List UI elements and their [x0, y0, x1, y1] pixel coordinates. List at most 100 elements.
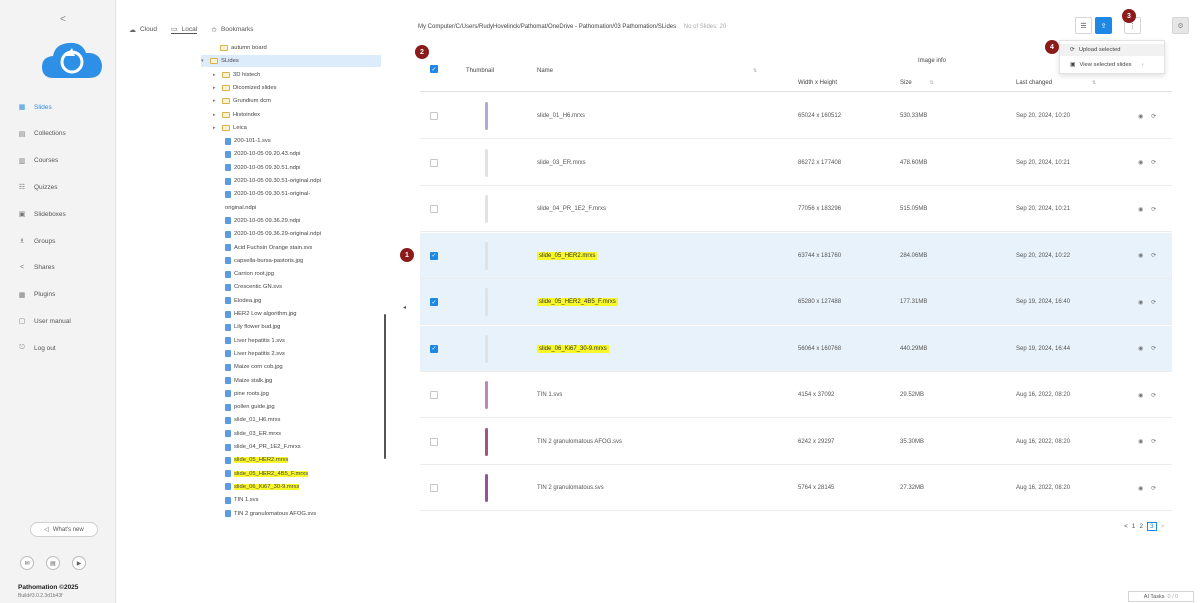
- collapse-tree-icon[interactable]: ◂: [403, 304, 406, 311]
- tree-folder[interactable]: ▾ SLides: [201, 55, 381, 68]
- tab-cloud[interactable]: ☁ Cloud: [129, 25, 157, 34]
- expand-arrow-icon[interactable]: ▸: [213, 72, 219, 78]
- cloud-upload-icon[interactable]: ⟳: [1151, 438, 1156, 445]
- tree-scrollbar[interactable]: [384, 314, 386, 459]
- tree-file[interactable]: 2020-10-05 09.36.29.ndpi: [225, 215, 300, 227]
- slide-thumbnail[interactable]: [482, 99, 492, 133]
- tree-folder[interactable]: autumn board: [211, 42, 267, 54]
- table-row[interactable]: slide_03_ER.mrxs 86272 x 177408 478.60MB Se…: [420, 140, 1172, 186]
- tree-file[interactable]: Maize stalk.jpg: [225, 375, 272, 387]
- document-icon[interactable]: ▤: [46, 556, 60, 570]
- tree-file[interactable]: TIN 2 granulomatous AFOG.svs: [225, 508, 316, 520]
- nav-item-user-manual[interactable]: ▢ User manual: [18, 314, 71, 328]
- view-eye-icon[interactable]: ◉: [1138, 299, 1143, 306]
- tab-local[interactable]: ▭ Local: [170, 25, 198, 34]
- next-page-button[interactable]: >: [1161, 523, 1165, 530]
- row-checkbox[interactable]: [430, 112, 438, 120]
- nav-item-courses[interactable]: ▥ Courses: [18, 154, 59, 168]
- view-eye-icon[interactable]: ◉: [1138, 392, 1143, 399]
- tree-file[interactable]: Carrion root.jpg: [225, 268, 274, 280]
- col-width-height[interactable]: Width x Height: [798, 80, 837, 86]
- slide-thumbnail[interactable]: [482, 425, 492, 459]
- slide-name[interactable]: slide_01_H6.mrxs: [537, 113, 585, 119]
- tree-file[interactable]: Lily flower bud.jpg: [225, 321, 280, 333]
- tree-file[interactable]: slide_03_ER.mrxs: [225, 428, 281, 440]
- tree-file[interactable]: Elodea.jpg: [225, 295, 261, 307]
- tree-file[interactable]: HER2 Low algorithm.jpg: [225, 308, 297, 320]
- row-checkbox[interactable]: ✓: [430, 298, 438, 306]
- slide-name[interactable]: slide_04_PR_1E2_F.mrxs: [537, 206, 606, 212]
- collapse-nav-button[interactable]: <: [60, 14, 66, 25]
- slide-name[interactable]: TIN 1.svs: [537, 392, 562, 398]
- cloud-upload-icon[interactable]: ⟳: [1151, 206, 1156, 213]
- row-checkbox[interactable]: [430, 158, 438, 167]
- select-all-checkbox[interactable]: ✓: [430, 65, 438, 73]
- tree-file[interactable]: 2020-10-05 09.30.51.ndpi: [225, 162, 300, 174]
- expand-arrow-icon[interactable]: ▾: [201, 58, 207, 64]
- cloud-upload-icon[interactable]: ⟳: [1151, 485, 1156, 492]
- tab-bookmarks[interactable]: ✩ Bookmarks: [211, 25, 253, 34]
- tree-file[interactable]: 2020-10-05 09.20.43.ndpi: [225, 148, 300, 160]
- expand-arrow-icon[interactable]: ▸: [213, 112, 219, 118]
- slide-thumbnail[interactable]: [482, 146, 492, 180]
- row-checkbox[interactable]: [430, 437, 438, 446]
- view-eye-icon[interactable]: ◉: [1138, 113, 1143, 120]
- col-last-changed[interactable]: Last changed ⇅: [1016, 80, 1096, 86]
- page-button[interactable]: 2: [1139, 523, 1143, 530]
- tree-file[interactable]: Liver hepatitis 1.svs: [225, 335, 285, 347]
- row-checkbox[interactable]: ✓: [430, 344, 438, 353]
- view-eye-icon[interactable]: ◉: [1138, 485, 1143, 492]
- tree-file[interactable]: slide_06_Ki67_30-9.mrxs: [225, 481, 300, 493]
- slide-thumbnail[interactable]: [482, 378, 492, 412]
- slide-name[interactable]: slide_05_HER2_4B5_F.mrxs: [537, 298, 618, 306]
- menu-upload-selected[interactable]: ⟳ Upload selected: [1060, 44, 1164, 56]
- mail-icon[interactable]: ✉: [20, 556, 34, 570]
- row-checkbox[interactable]: ✓: [430, 251, 438, 260]
- settings-button[interactable]: ⚙: [1172, 17, 1189, 34]
- page-button[interactable]: 1: [1132, 523, 1136, 530]
- row-checkbox[interactable]: [430, 391, 438, 399]
- table-row[interactable]: TIN 1.svs 4154 x 37092 29.52MB Aug 16, 2022…: [420, 372, 1172, 418]
- row-checkbox[interactable]: [430, 484, 438, 492]
- expand-arrow-icon[interactable]: ▸: [213, 125, 219, 131]
- table-row[interactable]: ✓ slide_05_HER2.mrxs 63744 x 181760 284.06M…: [420, 232, 1172, 279]
- cloud-upload-icon[interactable]: ⟳: [1151, 113, 1156, 120]
- nav-item-slides[interactable]: ▦ Slides: [18, 100, 52, 114]
- tree-file[interactable]: Maize corn cob.jpg: [225, 361, 283, 373]
- table-row[interactable]: slide_01_H6.mrxs 65024 x 160512 530.33MB Se…: [420, 93, 1172, 139]
- tree-folder[interactable]: ▸ 3D histech: [213, 69, 260, 81]
- slide-thumbnail[interactable]: [482, 332, 492, 366]
- slide-name[interactable]: slide_03_ER.mrxs: [537, 160, 586, 166]
- cloud-upload-icon[interactable]: ⟳: [1151, 299, 1156, 306]
- nav-item-quizzes[interactable]: ☷ Quizzes: [18, 180, 58, 194]
- tree-file[interactable]: pine roots.jpg: [225, 388, 269, 400]
- tree-folder[interactable]: ▸ Leica: [213, 122, 247, 134]
- sort-icon[interactable]: ⇅: [930, 80, 934, 86]
- expand-arrow-icon[interactable]: ▸: [213, 85, 219, 91]
- breadcrumb[interactable]: My Computer/C/Users/RudyHovelinck/Pathom…: [418, 24, 726, 30]
- view-eye-icon[interactable]: ◉: [1138, 252, 1143, 259]
- upload-menu-button[interactable]: ⇪: [1095, 17, 1112, 34]
- tree-file[interactable]: slide_05_HER2_4B5_F.mrxs: [225, 468, 309, 480]
- cloud-upload-icon[interactable]: ⟳: [1151, 252, 1156, 259]
- view-eye-icon[interactable]: ◉: [1138, 159, 1143, 166]
- tree-folder[interactable]: ▸ Dicomized slides: [213, 82, 277, 94]
- tree-file[interactable]: TIN 1.svs: [225, 494, 258, 506]
- tree-file[interactable]: 2020-10-05 09.30.51-original.ndpi: [225, 175, 321, 187]
- nav-item-shares[interactable]: < Shares: [18, 261, 55, 275]
- sort-icon[interactable]: ⇅: [753, 68, 757, 74]
- slide-thumbnail[interactable]: [482, 471, 492, 505]
- table-row[interactable]: TIN 2 granulomatous AFOG.svs 6242 x 29297…: [420, 419, 1172, 465]
- view-eye-icon[interactable]: ◉: [1138, 206, 1143, 213]
- tree-file[interactable]: slide_01_H6.mrxs: [225, 414, 280, 426]
- view-eye-icon[interactable]: ◉: [1138, 345, 1143, 352]
- tree-folder[interactable]: ▸ Grundium dcm: [213, 95, 271, 107]
- slide-name[interactable]: TIN 2 granulomatous AFOG.svs: [537, 439, 622, 445]
- video-icon[interactable]: ▶: [72, 556, 86, 570]
- nav-item-collections[interactable]: ▤ Collections: [18, 127, 66, 141]
- tree-file[interactable]: slide_04_PR_1E2_F.mrxs: [225, 441, 301, 453]
- table-row[interactable]: ✓ slide_06_Ki67_30-9.mrxs 56064 x 160768 44…: [420, 325, 1172, 372]
- ai-tasks-button[interactable]: AI Tasks 0 / 0: [1128, 591, 1194, 602]
- slide-thumbnail[interactable]: [482, 285, 492, 319]
- col-name[interactable]: Name ⇅: [537, 68, 757, 74]
